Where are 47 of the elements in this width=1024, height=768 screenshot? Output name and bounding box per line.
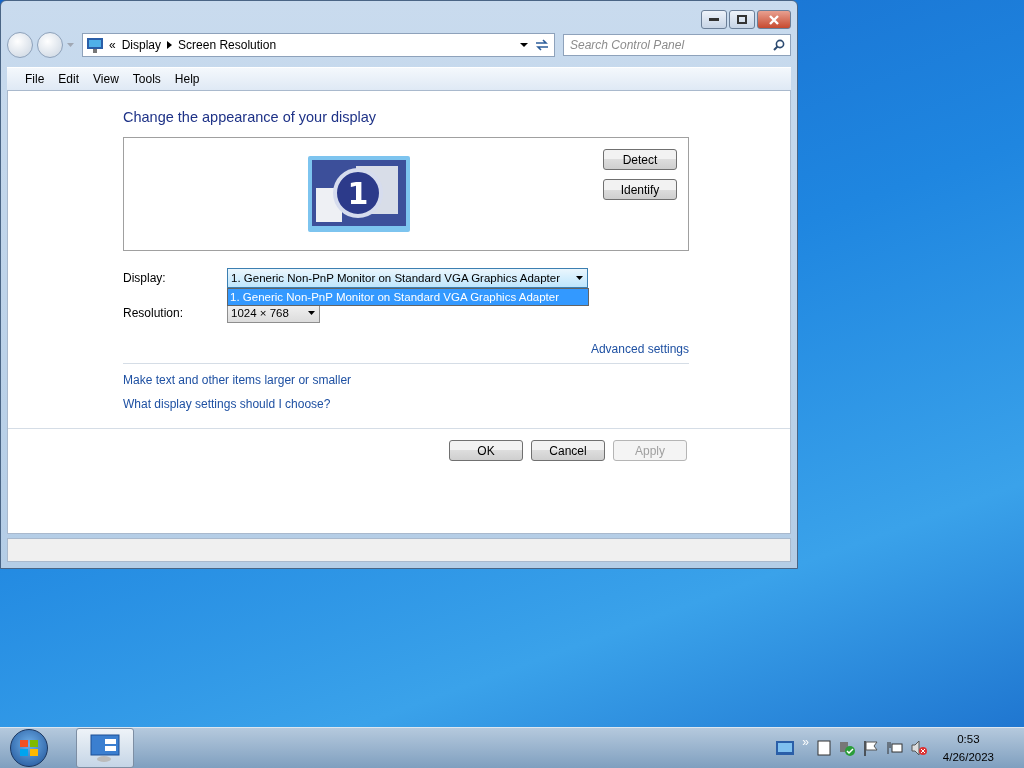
control-panel-icon <box>89 733 121 763</box>
menu-item[interactable]: View <box>87 72 125 86</box>
menu-item[interactable]: File <box>19 72 51 86</box>
breadcrumb-item[interactable]: Display <box>121 38 162 52</box>
help-link[interactable]: Make text and other items larger or smaller <box>123 373 352 387</box>
muted-speaker-icon[interactable] <box>910 740 927 756</box>
monitor-icon <box>87 37 103 53</box>
dialog-button[interactable]: Cancel <box>531 440 605 461</box>
close-icon <box>768 14 780 25</box>
help-link[interactable]: What display settings should I choose? <box>123 397 331 411</box>
clock-date[interactable]: 4/26/2023 <box>942 748 994 766</box>
taskbar-app-button[interactable] <box>76 728 134 768</box>
menu-item[interactable]: Tools <box>126 72 167 86</box>
clock-time[interactable]: 0:53 <box>957 730 980 748</box>
windows-logo-icon <box>20 740 38 756</box>
monitor-drawing[interactable]: 1 <box>308 156 410 232</box>
dropdown-caret-icon[interactable] <box>520 43 528 47</box>
desktop-icon[interactable] <box>776 741 795 755</box>
menu-item[interactable]: Help <box>168 72 206 86</box>
chevron-icon[interactable] <box>167 41 173 49</box>
flag-icon[interactable] <box>862 740 879 756</box>
breadcrumb-item[interactable]: Screen Resolution <box>178 38 277 52</box>
search-icon <box>773 39 785 51</box>
minimize-button[interactable] <box>701 10 727 29</box>
document-icon[interactable] <box>816 740 831 756</box>
caret-icon <box>576 276 583 280</box>
address-overflow[interactable]: « <box>109 38 116 52</box>
field-label: Display: <box>123 271 167 285</box>
preview-button[interactable]: Detect <box>603 149 677 170</box>
preview-button[interactable]: Identify <box>603 179 677 200</box>
address-bar[interactable]: « Display Screen Resolution <box>82 33 555 57</box>
menu-item[interactable]: Edit <box>52 72 86 86</box>
search-field[interactable]: Search Control Panel <box>563 34 791 56</box>
page-heading: Change the appearance of your display <box>123 109 378 125</box>
shield-check-icon[interactable] <box>838 740 855 756</box>
dialog-button[interactable]: OK <box>449 440 523 461</box>
close-button[interactable] <box>757 10 791 29</box>
start-button[interactable] <box>10 729 48 767</box>
field-label: Resolution: <box>123 306 185 320</box>
maximize-icon <box>737 15 747 24</box>
minimize-icon <box>709 17 719 22</box>
advanced-settings-link[interactable]: Advanced settings <box>590 342 689 356</box>
network-icon[interactable] <box>886 740 903 756</box>
display-dropdown[interactable]: 1. Generic Non-PnP Monitor on Standard VGA Graphics Adapter <box>227 268 588 288</box>
maximize-button[interactable] <box>729 10 755 29</box>
caret-icon <box>308 311 315 315</box>
refresh-icon[interactable] <box>534 38 550 52</box>
